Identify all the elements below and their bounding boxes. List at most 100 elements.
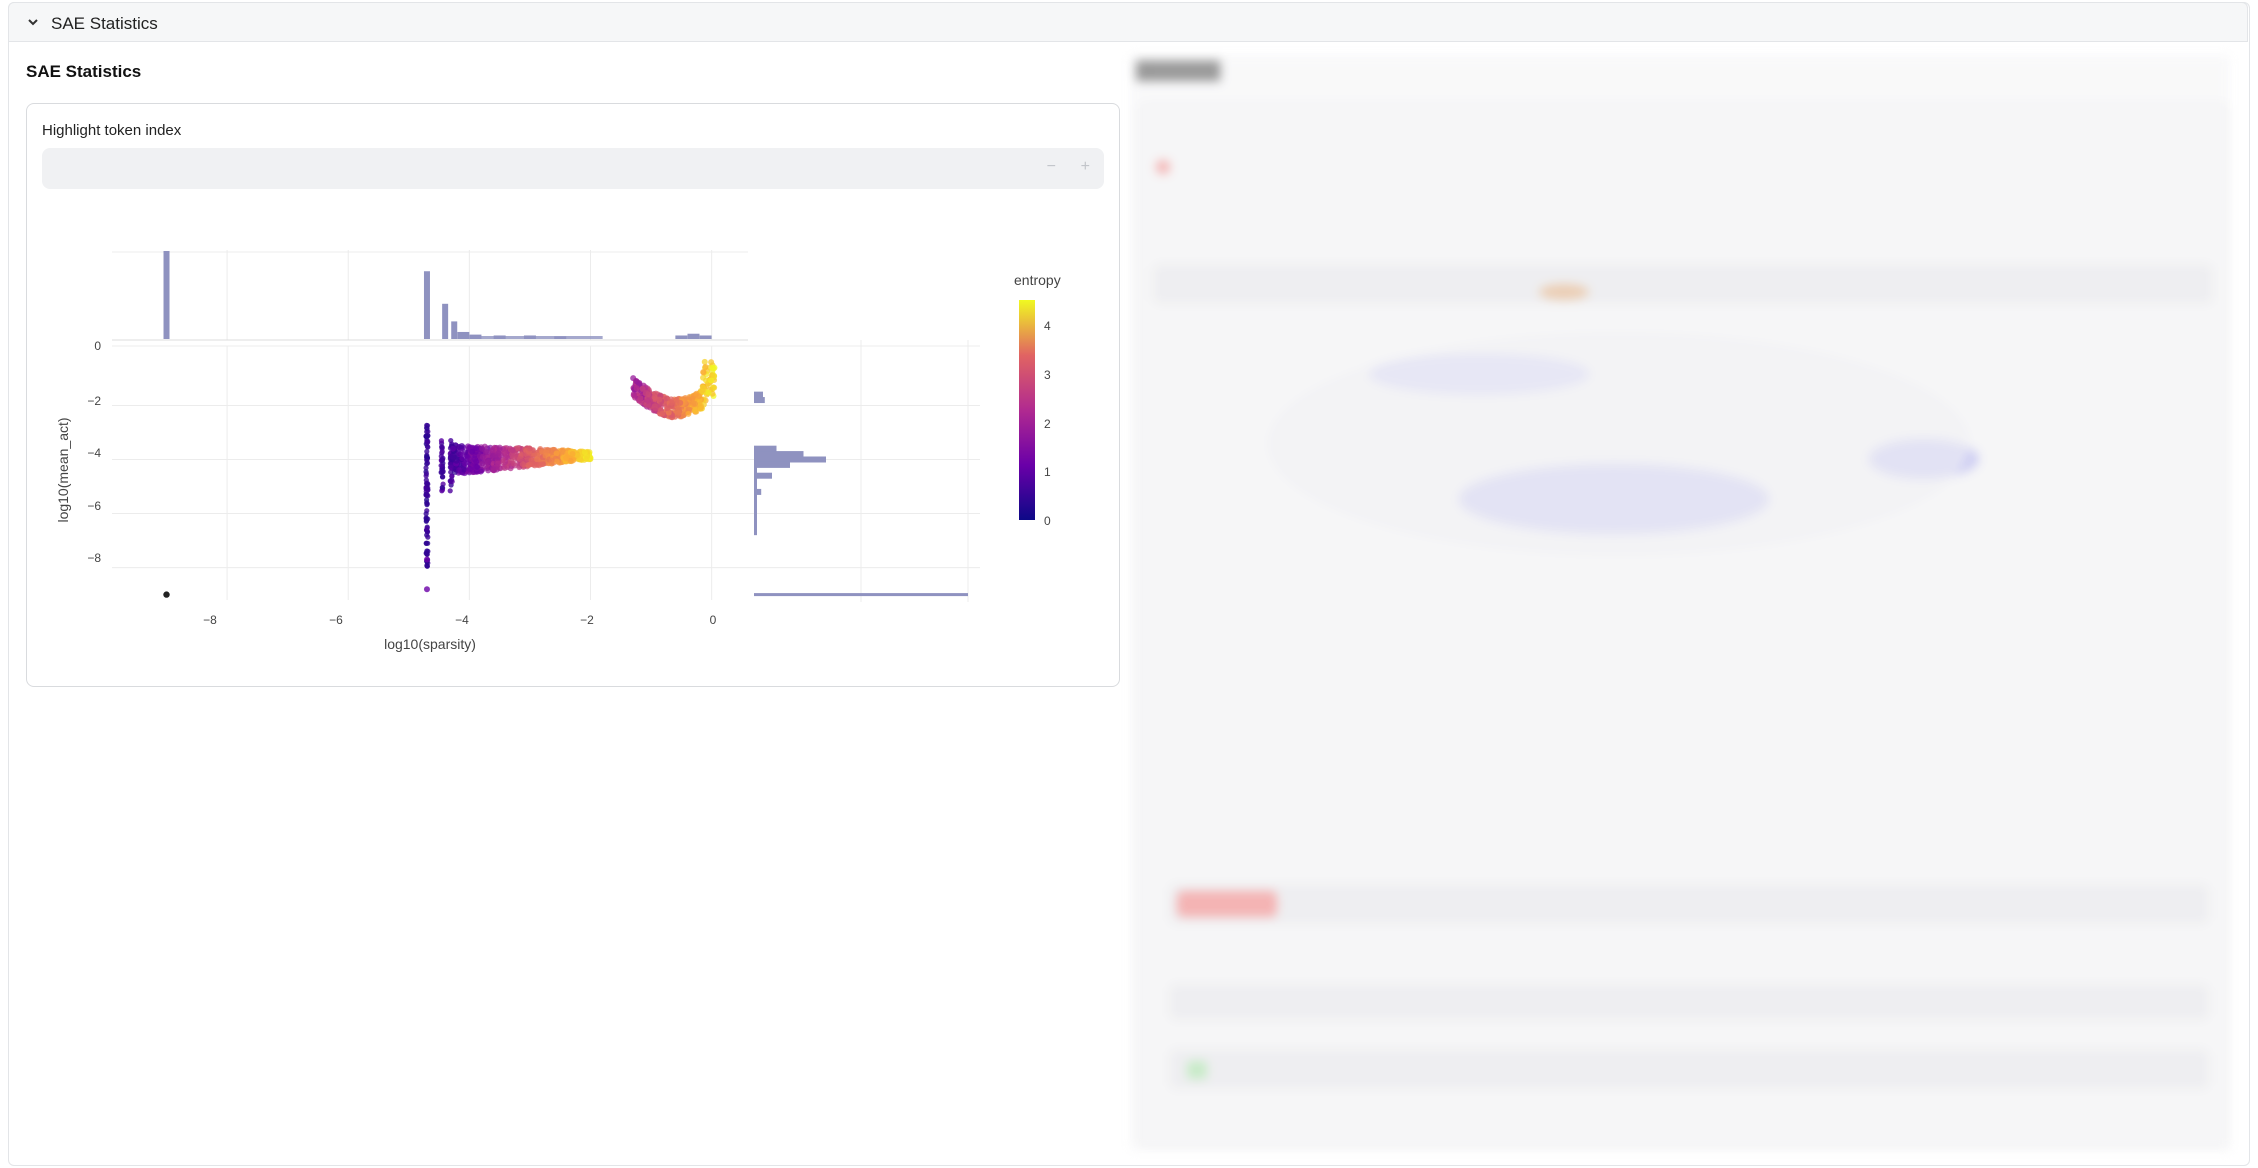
y-tick-labels: −2 −4 −6 −8: [87, 394, 101, 565]
scatter-point: [569, 450, 576, 457]
y-tick-label: −6: [87, 499, 101, 513]
scatter-point: [439, 457, 445, 463]
top-hist-bar: [423, 271, 430, 339]
top-hist-tick-0: 0: [94, 339, 101, 353]
y-axis-title: log10(mean_act): [55, 417, 71, 522]
blurred-projection-panel: ███████: [1130, 55, 2230, 1150]
top-hist-bar: [687, 333, 700, 339]
right-hist-bar: [754, 445, 757, 536]
scatter-point: [439, 484, 445, 491]
scatter-point: [423, 471, 430, 477]
scatter-point: [511, 460, 518, 467]
scatter-point: [466, 466, 473, 473]
scatter-point: [484, 449, 491, 456]
scatter-point: [675, 409, 682, 416]
y-tick-label: −8: [87, 551, 101, 565]
right-hist-bar: [754, 397, 765, 404]
top-hist-grid: [112, 250, 748, 341]
scatter-point: [448, 437, 454, 444]
scatter-point: [456, 467, 463, 474]
scatter-point: [459, 450, 466, 457]
main-plot-grid: [112, 345, 980, 600]
scatter-point: [583, 455, 590, 462]
scatter-point: [423, 586, 430, 593]
x-axis-title: log10(sparsity): [384, 636, 476, 652]
scatter-points: [163, 358, 718, 598]
scatter-point: [474, 463, 481, 470]
scatter-point: [490, 466, 497, 473]
scatter-point: [473, 458, 480, 465]
scatter-point: [700, 369, 707, 376]
scatter-point: [423, 518, 429, 524]
scatter-point: [440, 468, 446, 474]
colorbar-tick: 4: [1044, 319, 1051, 333]
scatter-point: [696, 393, 703, 400]
right-hist-grid: [860, 340, 969, 602]
scatter-point: [485, 467, 492, 474]
scatter-point: [548, 457, 555, 464]
colorbar-tick: 2: [1044, 417, 1051, 431]
right-hist-bar: [754, 451, 804, 458]
scatter-point: [423, 540, 429, 546]
colorbar-tick: 1: [1044, 465, 1051, 479]
blurred-title: ███████: [1136, 61, 1221, 80]
top-histogram: [163, 251, 712, 339]
right-hist-bar: [754, 445, 777, 452]
scatter-point: [425, 444, 431, 450]
scatter-point: [423, 556, 430, 563]
scatter-point: [691, 407, 698, 414]
scatter-point: [447, 478, 454, 485]
y-tick-label: −2: [87, 394, 101, 408]
scatter-point: [423, 511, 429, 517]
scatter-point: [424, 563, 430, 569]
scatter-point: [438, 462, 444, 469]
scatter-point: [543, 449, 550, 456]
colorbar-ticks: 4 3 2 1 0: [1044, 319, 1051, 528]
top-hist-bar: [442, 303, 449, 339]
scatter-point: [708, 377, 715, 384]
scatter-point: [526, 445, 533, 452]
scatter-point: [450, 454, 457, 461]
scatter-point: [469, 448, 476, 455]
blurred-card: [1138, 103, 2230, 1150]
colorbar-tick: 3: [1044, 368, 1051, 382]
sae-stats-chart: 0 −8 −6 −4 −2 0 −2 −4 −6 −8 log10(sparsi…: [55, 250, 1061, 652]
colorbar-tick: 0: [1044, 514, 1051, 528]
scatter-point: [636, 397, 643, 404]
colorbar-title: entropy: [1014, 272, 1061, 288]
scatter-point: [449, 445, 456, 452]
scatter-point: [425, 534, 431, 540]
scatter-point: [495, 450, 502, 457]
scatter-point: [708, 359, 715, 366]
scatter-point: [538, 461, 545, 468]
scatter-point: [574, 452, 581, 459]
scatter-point: [664, 405, 671, 412]
right-hist-bar: [754, 461, 790, 468]
right-hist-bar: [754, 593, 968, 597]
scatter-point: [439, 444, 445, 450]
scatter-point: [656, 396, 663, 403]
scatter-point: [424, 425, 430, 432]
scatter-point: [424, 461, 430, 467]
colorbar: [1019, 300, 1035, 520]
scatter-point: [425, 548, 431, 554]
scatter-point: [479, 453, 486, 460]
scatter-point: [439, 449, 445, 455]
scatter-point: [519, 461, 526, 468]
scatter-point: [709, 364, 716, 371]
x-tick-label: −2: [580, 613, 594, 627]
x-tick-labels: −8 −6 −4 −2 0: [203, 613, 717, 627]
scatter-point: [581, 449, 588, 456]
x-tick-label: 0: [710, 613, 717, 627]
scatter-point: [458, 443, 465, 450]
top-hist-bar: [457, 331, 470, 339]
scatter-point: [639, 385, 646, 392]
scatter-point: [644, 397, 651, 404]
scatter-point: [711, 384, 718, 391]
scatter-point: [652, 405, 659, 412]
x-tick-label: −4: [455, 613, 469, 627]
scatter-point: [447, 488, 453, 494]
scatter-point: [501, 449, 508, 456]
scatter-point: [673, 396, 680, 403]
scatter-point: [496, 444, 503, 451]
